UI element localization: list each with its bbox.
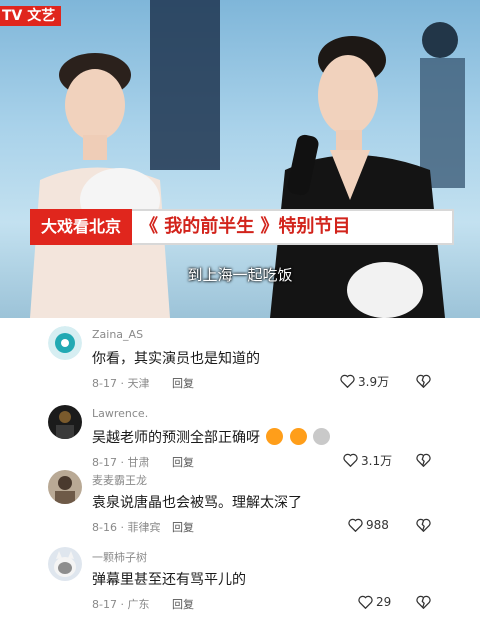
like-button[interactable]: 988 [348, 517, 389, 533]
broken-heart-icon[interactable] [416, 374, 431, 388]
comment-meta: 8-17 · 广东 [92, 598, 150, 611]
comment-text: 袁泉说唐晶也会被骂。理解太深了 [92, 495, 302, 511]
reply-button[interactable]: 回复 [172, 375, 194, 391]
comment-item: 麦麦霸王龙 袁泉说唐晶也会被骂。理解太深了 8-16 · 菲律宾 回复 988 [0, 462, 480, 542]
user-avatar[interactable] [48, 326, 82, 360]
like-count: 3.9万 [358, 374, 390, 389]
comment-text-body: 吴越老师的预测全部正确呀 [92, 430, 260, 446]
reply-button[interactable]: 回复 [172, 596, 194, 612]
comment-location: 菲律宾 [127, 521, 161, 534]
comment-location: 天津 [127, 377, 150, 390]
comment-text: 弹幕里甚至还有骂平儿的 [92, 572, 246, 588]
comment-date: 8-16 [92, 521, 117, 534]
broken-heart-icon[interactable] [416, 518, 431, 532]
comment-text: 你看，其实演员也是知道的 [92, 351, 260, 367]
comment-list: Zaina_AS 你看，其实演员也是知道的 8-17 · 天津 回复 3.9万 … [0, 318, 480, 641]
like-count: 988 [366, 518, 389, 532]
heart-icon [348, 518, 363, 532]
comment-username[interactable]: Lawrence. [92, 407, 148, 420]
reply-button[interactable]: 回复 [172, 519, 194, 535]
like-button[interactable]: 29 [358, 594, 391, 610]
comment-date: 8-17 [92, 377, 117, 390]
comment-item: Zaina_AS 你看，其实演员也是知道的 8-17 · 天津 回复 3.9万 [0, 318, 480, 398]
banner-label: 大戏看北京 [30, 209, 132, 245]
comment-meta: 8-17 · 天津 [92, 377, 150, 390]
user-avatar[interactable] [48, 405, 82, 439]
comment-meta: 8-16 · 菲律宾 [92, 521, 161, 534]
video-subtitle: 到上海一起吃饭 [187, 266, 293, 284]
comment-username[interactable]: 一颗柿子树 [92, 549, 147, 565]
comment-username[interactable]: 麦麦霸王龙 [92, 472, 147, 488]
cat-face-emoji [313, 428, 331, 445]
heart-icon [358, 595, 373, 609]
comment-text: 吴越老师的预测全部正确呀 [92, 427, 331, 447]
comment-username[interactable]: Zaina_AS [92, 328, 143, 341]
video-player[interactable]: TV 文艺 大戏看北京 《 我的前半生 》特别节目 到上海一起吃饭 [0, 0, 480, 318]
angry-face-emoji [266, 428, 284, 445]
comment-location: 广东 [127, 598, 150, 611]
banner-title: 《 我的前半生 》特别节目 [140, 216, 351, 237]
angry-face-emoji [289, 428, 307, 445]
like-count: 29 [376, 595, 392, 609]
heart-icon [340, 374, 355, 388]
user-avatar[interactable] [48, 547, 82, 581]
comment-date: 8-17 [92, 598, 117, 611]
user-avatar[interactable] [48, 470, 82, 504]
channel-logo: TV 文艺 [0, 6, 62, 26]
like-button[interactable]: 3.9万 [340, 373, 389, 389]
broken-heart-icon[interactable] [416, 595, 431, 609]
comment-item: 一颗柿子树 弹幕里甚至还有骂平儿的 8-17 · 广东 回复 29 [0, 539, 480, 619]
